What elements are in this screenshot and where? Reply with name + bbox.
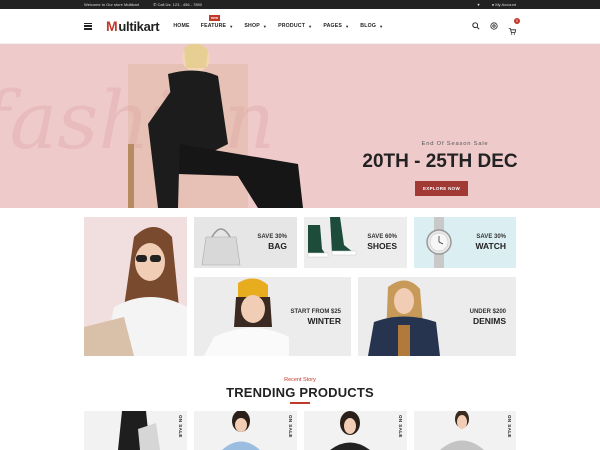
- nav-feature[interactable]: new FEATURE ▼: [201, 15, 234, 29]
- denims-tile[interactable]: UNDER $200 DENIMS: [358, 277, 516, 356]
- product-image: [440, 411, 484, 450]
- hero-banner: fashion End Of Season Sale 20TH - 25TH D…: [0, 44, 600, 208]
- menu-icon[interactable]: [84, 22, 92, 30]
- product-card[interactable]: ON SALE: [194, 411, 297, 450]
- nav-shop[interactable]: SHOP ▼: [244, 23, 267, 29]
- shoes-image: [307, 217, 357, 258]
- fashion-tile[interactable]: [84, 217, 187, 356]
- on-sale-badge: ON SALE: [288, 415, 293, 438]
- welcome-text: Welcome to Our store Multikart: [84, 2, 140, 7]
- on-sale-badge: ON SALE: [178, 415, 183, 438]
- hero-subtitle: End Of Season Sale: [421, 141, 489, 147]
- product-image: [222, 411, 260, 450]
- model-sunglasses-image: [84, 227, 187, 356]
- call-text: ✆ Call Us: 123 - 456 - 7890: [153, 2, 202, 7]
- logo[interactable]: Multikart: [106, 18, 160, 34]
- on-sale-badge: ON SALE: [507, 415, 512, 438]
- chevron-down-icon: ▼: [262, 23, 268, 29]
- bag-image: [201, 228, 241, 266]
- nav-product[interactable]: PRODUCT ▼: [278, 23, 312, 29]
- cart-count-badge: 0: [514, 18, 520, 24]
- product-image: [118, 411, 160, 450]
- nav-blog[interactable]: BLOG ▼: [360, 23, 383, 29]
- top-bar: Welcome to Our store Multikart ✆ Call Us…: [0, 0, 600, 9]
- product-card[interactable]: ON SALE: [84, 411, 187, 450]
- chevron-down-icon: ▼: [229, 23, 234, 29]
- shoes-tile[interactable]: SAVE 60% SHOES: [304, 217, 407, 268]
- nav-home[interactable]: HOME: [173, 23, 189, 29]
- winter-model-image: [204, 278, 289, 356]
- winter-tile[interactable]: START FROM $25 WINTER: [194, 277, 351, 356]
- denim-model-image: [368, 280, 440, 356]
- cart-icon[interactable]: 0: [508, 18, 520, 35]
- heart-icon[interactable]: ♥: [477, 2, 479, 7]
- trending-title: TRENDING PRODUCTS: [226, 385, 374, 400]
- main-nav: Multikart HOME new FEATURE ▼ SHOP ▼ PRODUCT…: [0, 9, 600, 44]
- product-card[interactable]: ON SALE: [414, 411, 516, 450]
- chevron-down-icon: ▼: [308, 23, 313, 29]
- bag-tile[interactable]: SAVE 30% BAG: [194, 217, 297, 268]
- hero-model-image: [128, 44, 303, 208]
- explore-now-button[interactable]: EXPLORE NOW: [415, 181, 468, 196]
- product-card[interactable]: ON SALE: [304, 411, 407, 450]
- my-account-link[interactable]: ● My Account: [492, 2, 516, 7]
- on-sale-badge: ON SALE: [398, 415, 403, 438]
- new-badge: new: [208, 15, 221, 21]
- search-icon[interactable]: [472, 22, 480, 30]
- hero-title: 20TH - 25TH DEC: [362, 151, 518, 172]
- watch-image: [426, 217, 452, 268]
- chevron-down-icon: ▼: [345, 23, 350, 29]
- title-underline: [290, 402, 310, 404]
- product-image: [330, 411, 370, 450]
- nav-pages[interactable]: PAGES ▼: [323, 23, 349, 29]
- trending-subtitle: Recent Story: [284, 377, 316, 383]
- watch-tile[interactable]: SAVE 30% WATCH: [414, 217, 516, 268]
- chevron-down-icon: ▼: [379, 23, 384, 29]
- settings-icon[interactable]: [490, 22, 498, 30]
